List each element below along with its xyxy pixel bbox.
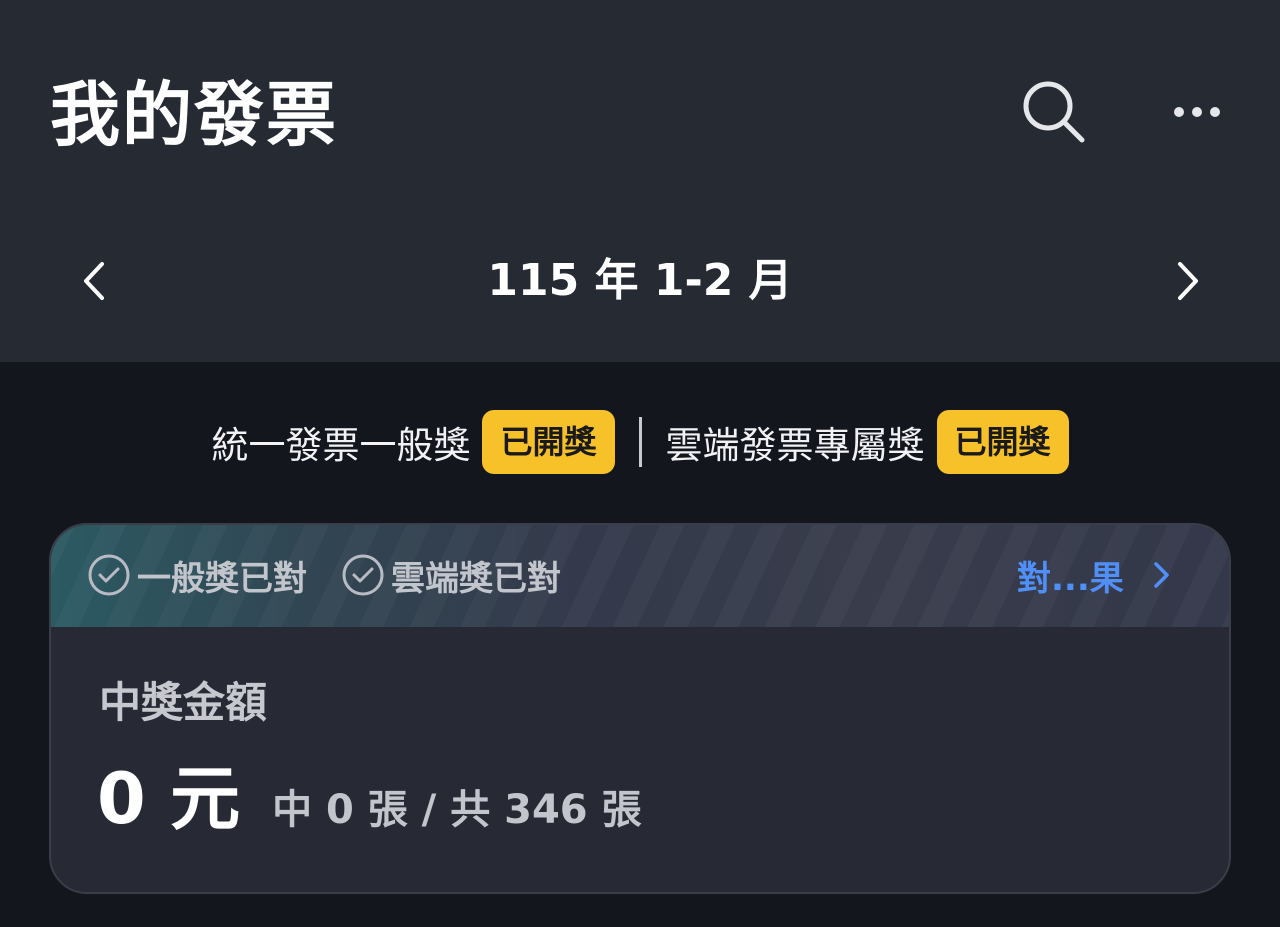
cloud-check-label: 雲端獎已對	[391, 558, 561, 599]
invoice-count-summary: 中 0 張 / 共 346 張	[272, 787, 642, 833]
chevron-left-icon	[84, 262, 104, 300]
cloud-check-status: 雲端獎已對	[341, 525, 561, 625]
general-prize-label: 統一發票一般獎	[211, 424, 471, 467]
period-label: 115 年 1-2 月	[487, 255, 793, 306]
more-horizontal-icon	[1174, 107, 1220, 117]
status-divider	[638, 417, 642, 467]
check-circle-icon	[87, 553, 131, 597]
card-banner: 一般獎已對 雲端獎已對 對...果	[51, 525, 1229, 627]
match-result-link[interactable]: 對...果	[1017, 525, 1174, 625]
app-header: 我的發票 115 年 1-2 月	[0, 0, 1280, 362]
cloud-prize-label: 雲端發票專屬獎	[665, 424, 925, 467]
general-check-status: 一般獎已對	[87, 525, 307, 625]
search-button[interactable]	[1014, 72, 1094, 152]
more-button[interactable]	[1157, 72, 1237, 152]
check-circle-icon	[341, 553, 385, 597]
search-icon	[1023, 81, 1085, 143]
prize-amount-value: 0 元	[97, 758, 241, 840]
general-check-label: 一般獎已對	[137, 558, 307, 599]
cloud-prize-badge: 已開獎	[936, 410, 1069, 474]
draw-status-bar: 統一發票一般獎 已開獎 雲端發票專屬獎 已開獎	[0, 408, 1280, 476]
prize-amount-row: 0 元 中 0 張 / 共 346 張	[97, 759, 642, 839]
page-title: 我的發票	[50, 74, 338, 156]
prize-amount-heading: 中獎金額	[99, 678, 268, 727]
prize-summary-card: 一般獎已對 雲端獎已對 對...果 中獎金額 0 元 中 0 張 / 共 346…	[49, 523, 1231, 894]
match-result-label: 對...果	[1017, 558, 1124, 599]
next-period-button[interactable]	[1148, 236, 1228, 326]
period-navigator: 115 年 1-2 月	[0, 236, 1280, 326]
chevron-right-icon	[1150, 555, 1174, 595]
chevron-right-icon	[1178, 262, 1198, 300]
general-prize-badge: 已開獎	[482, 410, 615, 474]
previous-period-button[interactable]	[54, 236, 134, 326]
